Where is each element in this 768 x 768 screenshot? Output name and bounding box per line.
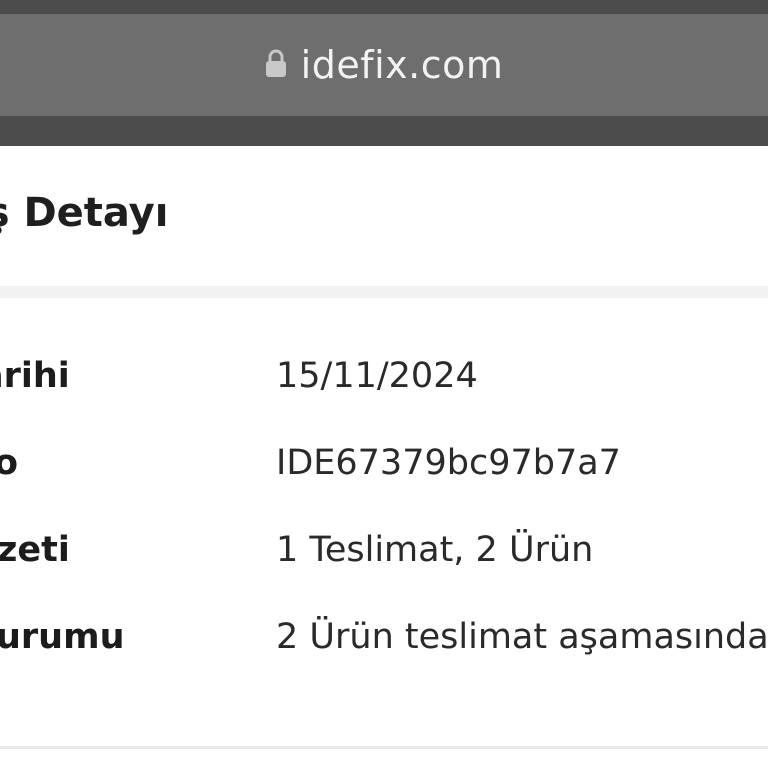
url-text: idefix.com xyxy=(300,43,504,87)
bottom-divider xyxy=(0,746,768,749)
address-bar-content: idefix.com xyxy=(0,14,768,116)
detail-value-summary: 1 Teslimat, 2 Ürün xyxy=(276,530,594,570)
detail-row-date: arihi 15/11/2024 xyxy=(0,356,768,416)
address-bar[interactable]: idefix.com xyxy=(0,14,768,116)
detail-label-summary: zeti xyxy=(0,530,70,570)
page-content: iş Detayı arihi 15/11/2024 o IDE67379bc9… xyxy=(0,146,768,768)
page-title: iş Detayı xyxy=(0,190,169,236)
detail-value-date: 15/11/2024 xyxy=(276,356,478,396)
detail-row-summary: zeti 1 Teslimat, 2 Ürün xyxy=(0,530,768,590)
detail-row-order-number: o IDE67379bc97b7a7 xyxy=(0,443,768,503)
detail-value-status: 2 Ürün teslimat aşamasında xyxy=(276,617,768,657)
detail-label-date: arihi xyxy=(0,356,70,396)
lock-icon xyxy=(265,48,287,78)
section-divider xyxy=(0,286,768,298)
detail-row-status: urumu 2 Ürün teslimat aşamasında xyxy=(0,617,768,677)
detail-label-status: urumu xyxy=(0,617,125,657)
detail-value-order-number: IDE67379bc97b7a7 xyxy=(276,443,621,483)
detail-label-order-number: o xyxy=(0,443,19,483)
browser-chrome: idefix.com xyxy=(0,0,768,146)
